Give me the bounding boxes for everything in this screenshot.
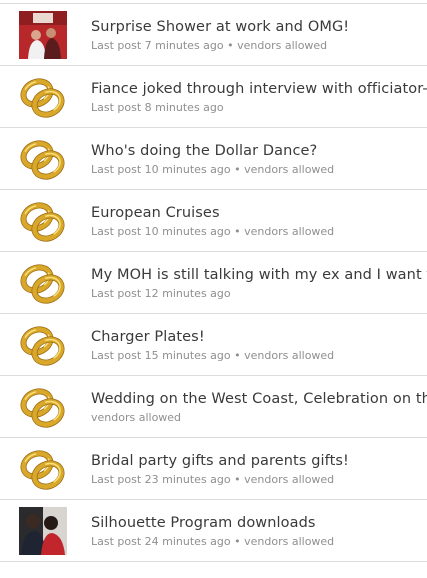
vendors-allowed-label: vendors allowed	[237, 39, 328, 52]
last-post-time: Last post 23 minutes ago	[91, 473, 231, 486]
thread-list: Surprise Shower at work and OMG! Last po…	[0, 4, 427, 562]
meta-separator: •	[223, 39, 238, 52]
thread-meta: Last post 7 minutes ago • vendors allowe…	[91, 39, 427, 53]
vendors-allowed-label: vendors allowed	[244, 349, 335, 362]
vendors-allowed-label: vendors allowed	[244, 225, 335, 238]
thread-title[interactable]: Wedding on the West Coast, Celebration o…	[91, 390, 427, 408]
last-post-time: Last post 12 minutes ago	[91, 287, 231, 300]
last-post-time: Last post 24 minutes ago	[91, 535, 231, 548]
thread-row[interactable]: Who's doing the Dollar Dance? Last post …	[0, 128, 427, 190]
meta-separator: •	[230, 163, 245, 176]
user-photo-thumbnail	[19, 571, 67, 578]
thread-row[interactable]: Silhouette Program downloads Last post 2…	[0, 500, 427, 562]
thread-row-partial[interactable]	[0, 566, 427, 578]
vendors-allowed-label: vendors allowed	[244, 163, 335, 176]
thread-title[interactable]: Fiance joked through interview with offi…	[91, 80, 427, 98]
wedding-rings-icon[interactable]	[19, 73, 67, 121]
thread-meta: Last post 15 minutes ago • vendors allow…	[91, 349, 427, 363]
thread-title[interactable]: Charger Plates!	[91, 328, 427, 346]
thread-row[interactable]: Fiance joked through interview with offi…	[0, 66, 427, 128]
thread-meta: Last post 10 minutes ago • vendors allow…	[91, 163, 427, 177]
thread-meta: Last post 10 minutes ago • vendors allow…	[91, 225, 427, 239]
wedding-rings-icon[interactable]	[19, 197, 67, 245]
thread-title[interactable]: Who's doing the Dollar Dance?	[91, 142, 427, 160]
wedding-rings-icon[interactable]	[19, 135, 67, 183]
thread-row[interactable]: European Cruises Last post 10 minutes ag…	[0, 190, 427, 252]
thread-meta: Last post 24 minutes ago • vendors allow…	[91, 535, 427, 549]
vendors-allowed-label: vendors allowed	[244, 535, 335, 548]
last-post-time: Last post 10 minutes ago	[91, 163, 231, 176]
thread-title[interactable]: Surprise Shower at work and OMG!	[91, 18, 427, 36]
last-post-time: Last post 10 minutes ago	[91, 225, 231, 238]
thread-title[interactable]: European Cruises	[91, 204, 427, 222]
last-post-time: Last post 7 minutes ago	[91, 39, 224, 52]
wedding-rings-icon[interactable]	[19, 321, 67, 369]
thread-title[interactable]: Bridal party gifts and parents gifts!	[91, 452, 427, 470]
last-post-time: Last post 8 minutes ago	[91, 101, 224, 114]
meta-separator: •	[230, 225, 245, 238]
thread-meta: Last post 12 minutes ago	[91, 287, 427, 301]
meta-separator: •	[230, 535, 245, 548]
thread-row[interactable]: Charger Plates! Last post 15 minutes ago…	[0, 314, 427, 376]
user-photo-thumbnail[interactable]	[19, 11, 67, 59]
thread-title[interactable]: Silhouette Program downloads	[91, 514, 427, 532]
thread-row[interactable]: Wedding on the West Coast, Celebration o…	[0, 376, 427, 438]
user-photo-thumbnail[interactable]	[19, 507, 67, 555]
thread-row[interactable]: Bridal party gifts and parents gifts! La…	[0, 438, 427, 500]
last-post-time: Last post 15 minutes ago	[91, 349, 231, 362]
wedding-rings-icon[interactable]	[19, 259, 67, 307]
thread-title[interactable]: My MOH is still talking with my ex and I…	[91, 266, 427, 284]
thread-meta: vendors allowed	[91, 411, 427, 425]
thread-row[interactable]: Surprise Shower at work and OMG! Last po…	[0, 4, 427, 66]
thread-row[interactable]: My MOH is still talking with my ex and I…	[0, 252, 427, 314]
meta-separator: •	[230, 349, 245, 362]
meta-separator: •	[230, 473, 245, 486]
vendors-allowed-label: vendors allowed	[91, 411, 182, 424]
wedding-rings-icon[interactable]	[19, 383, 67, 431]
thread-meta: Last post 23 minutes ago • vendors allow…	[91, 473, 427, 487]
wedding-rings-icon[interactable]	[19, 445, 67, 493]
vendors-allowed-label: vendors allowed	[244, 473, 335, 486]
thread-meta: Last post 8 minutes ago	[91, 101, 427, 115]
